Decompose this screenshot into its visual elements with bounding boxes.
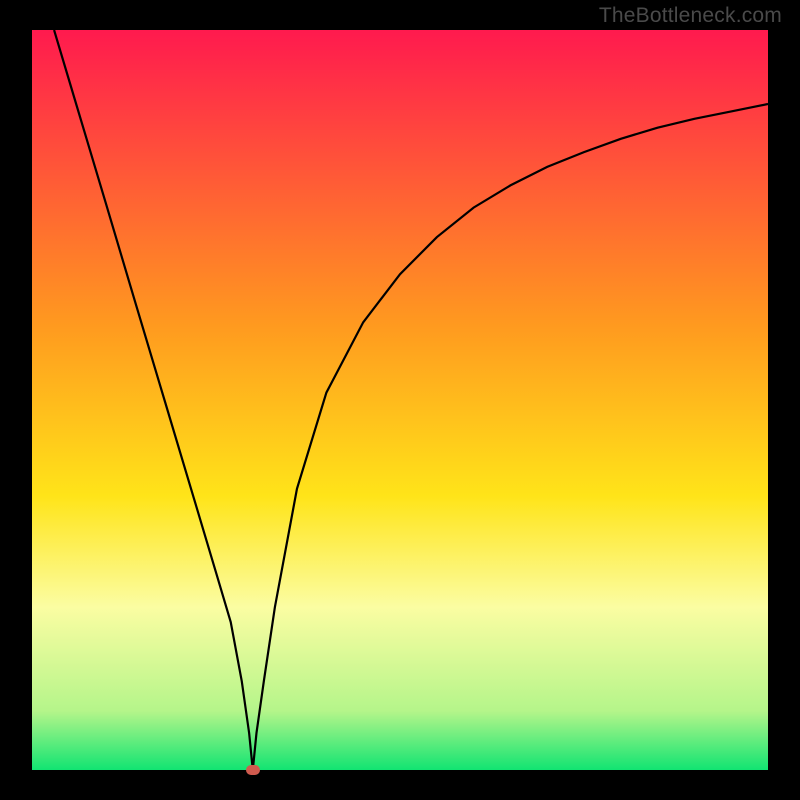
bottleneck-curve: [32, 30, 768, 770]
plot-area: [32, 30, 768, 770]
minimum-marker-icon: [246, 765, 260, 775]
plot-frame: [32, 30, 768, 770]
watermark-text: TheBottleneck.com: [599, 4, 782, 28]
